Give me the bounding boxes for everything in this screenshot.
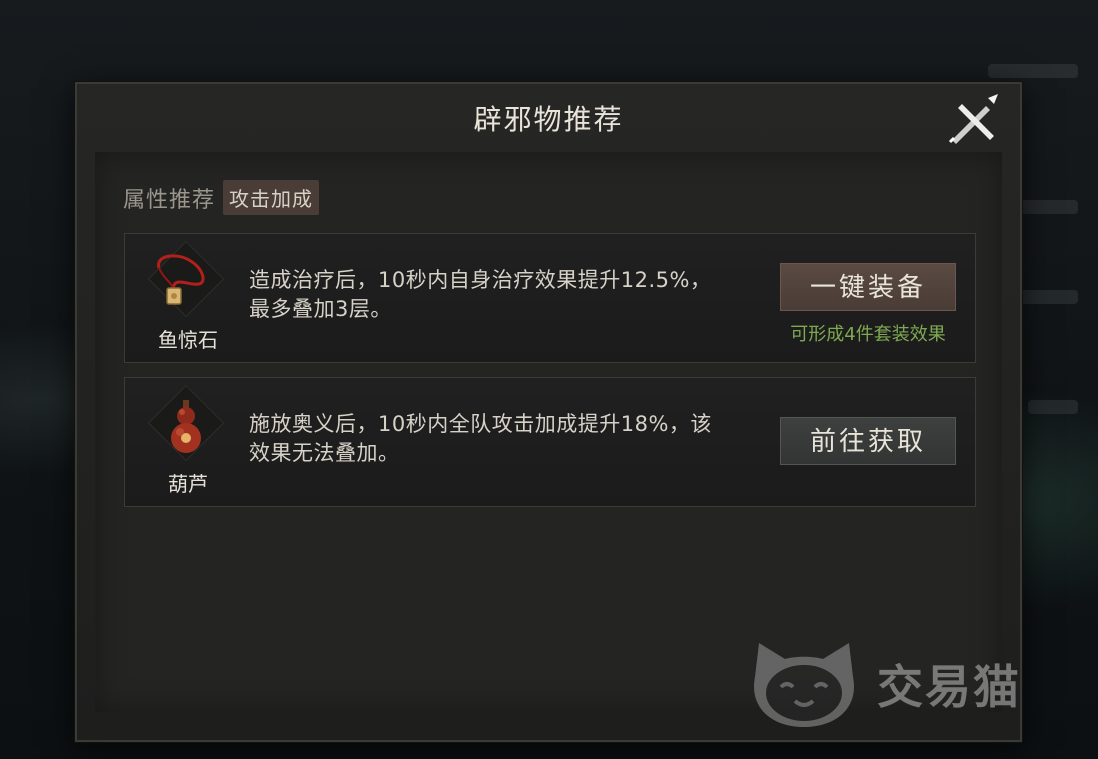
watermark-text: 交易猫	[877, 660, 1021, 714]
attribute-recommendation-row: 属性推荐 攻击加成	[123, 180, 320, 215]
close-icon	[948, 94, 998, 144]
item-description: 造成治疗后，10秒内自身治疗效果提升12.5%，最多叠加3层。	[249, 268, 712, 321]
item-icon-frame	[145, 384, 229, 462]
item-name: 鱼惊石	[158, 328, 218, 352]
item-name: 葫芦	[168, 472, 208, 496]
item-card-2: 葫芦 施放奥义后，10秒内全队攻击加成提升18%，该效果无法叠加。 前往获取	[124, 377, 976, 507]
pendant-icon	[157, 254, 205, 305]
background-blur-element	[1028, 400, 1078, 414]
cat-logo-icon	[754, 643, 854, 727]
background-blur-element	[988, 64, 1078, 78]
equip-button[interactable]: 一键装备	[780, 263, 956, 311]
item-card-1: 鱼惊石 造成治疗后，10秒内自身治疗效果提升12.5%，最多叠加3层。 一键装备…	[124, 233, 976, 363]
item-description: 施放奥义后，10秒内全队攻击加成提升18%，该效果无法叠加。	[249, 412, 712, 465]
set-effect-hint: 可形成4件套装效果	[790, 324, 946, 345]
gourd-icon	[171, 400, 201, 453]
attribute-label: 属性推荐	[123, 187, 216, 213]
attribute-tag: 攻击加成	[223, 180, 320, 215]
dialog-title: 辟邪物推荐	[473, 103, 624, 136]
item-icon-frame	[145, 240, 229, 318]
watermark: 交易猫	[745, 637, 1021, 731]
obtain-button[interactable]: 前往获取	[780, 417, 956, 465]
background-blur-element	[1018, 290, 1078, 304]
close-button[interactable]	[944, 90, 1002, 148]
